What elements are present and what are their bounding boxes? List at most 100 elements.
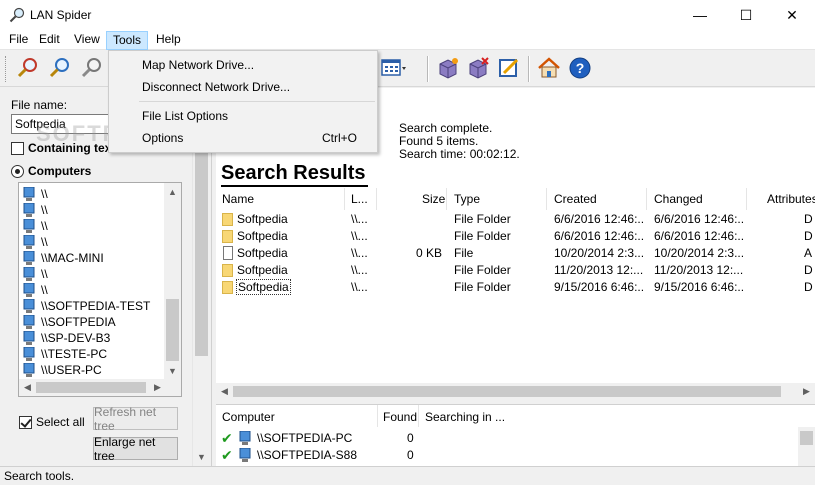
menu-view[interactable]: View — [68, 31, 106, 50]
network-tree[interactable]: \\ \\ \\ \\ \\MAC-MINI \\ \\ \\SOFTPEDIA-TEST \\… — [18, 182, 182, 397]
column-changed[interactable]: Changed — [654, 192, 703, 206]
results-list-header: Name L... Size Type Created Changed Attr… — [216, 188, 815, 210]
tree-item-label: \\TESTE-PC — [41, 347, 108, 361]
select-all-checkbox[interactable]: Select all — [19, 415, 85, 429]
scroll-left-icon[interactable]: ◀ — [19, 379, 36, 396]
menu-file[interactable]: File — [3, 31, 34, 50]
result-row[interactable]: Softpedia \\... File Folder 9/15/2016 6:46:… — [216, 279, 815, 296]
menu-edit[interactable]: Edit — [33, 31, 66, 50]
tree-item-computer[interactable]: \\SOFTPEDIA — [23, 314, 116, 330]
view-button[interactable] — [380, 54, 408, 82]
delete-item-button[interactable] — [464, 54, 492, 82]
scroll-left-icon[interactable]: ◀ — [216, 383, 233, 400]
menu-disconnect-network-drive[interactable]: Disconnect Network Drive... — [142, 80, 290, 94]
view-icon — [381, 59, 406, 76]
start-search-button[interactable] — [14, 54, 42, 82]
tree-horizontal-thumb[interactable] — [36, 382, 146, 393]
tree-item-computer[interactable]: \\USER-PC — [23, 362, 102, 378]
toolbar-grip[interactable] — [5, 56, 8, 82]
result-attributes: D — [804, 263, 813, 277]
computers-label: Computers — [28, 164, 92, 178]
result-attributes: D — [804, 212, 813, 226]
column-created[interactable]: Created — [554, 192, 597, 206]
scroll-right-icon[interactable]: ▶ — [798, 383, 815, 400]
scroll-down-icon[interactable]: ▼ — [164, 362, 181, 379]
menu-options[interactable]: Options — [142, 131, 183, 145]
tree-item-computer[interactable]: \\ — [23, 282, 48, 298]
stop-search-button[interactable] — [78, 54, 106, 82]
menu-options-shortcut: Ctrl+O — [322, 131, 358, 145]
column-type[interactable]: Type — [454, 192, 480, 206]
scroll-down-icon[interactable]: ▼ — [193, 448, 210, 465]
results-horizontal-thumb[interactable] — [233, 386, 781, 397]
column-name[interactable]: Name — [222, 192, 254, 206]
tree-item-label: \\SOFTPEDIA-TEST — [41, 299, 151, 313]
edit-button[interactable] — [495, 54, 523, 82]
progress-vertical-scrollbar[interactable] — [798, 427, 815, 467]
column-searching-in[interactable]: Searching in ... — [425, 410, 505, 424]
search-button[interactable] — [46, 54, 74, 82]
menu-map-network-drive[interactable]: Map Network Drive... — [142, 58, 254, 72]
computer-icon — [23, 299, 35, 313]
status-time: Search time: 00:02:12. — [399, 147, 520, 161]
enlarge-net-tree-button[interactable]: Enlarge net tree — [93, 435, 178, 463]
tree-item-computer[interactable]: \\TESTE-PC — [23, 346, 107, 362]
tree-item-computer[interactable]: \\MAC-MINI — [23, 250, 104, 266]
column-size[interactable]: Size — [422, 192, 445, 206]
close-button[interactable]: ✕ — [769, 0, 815, 30]
help-button[interactable]: ? — [566, 54, 594, 82]
result-created: 10/20/2014 2:3... — [554, 246, 644, 260]
result-row[interactable]: Softpedia \\... File Folder 6/6/2016 12:46:… — [216, 228, 815, 245]
tree-item-computer[interactable]: \\ — [23, 186, 48, 202]
minimize-button[interactable]: — — [677, 0, 723, 30]
tree-item-computer[interactable]: \\ — [23, 266, 48, 282]
maximize-button[interactable]: ☐ — [723, 0, 769, 30]
result-attributes: D — [804, 229, 813, 243]
tools-menu-dropdown: Map Network Drive... Disconnect Network … — [108, 50, 378, 153]
refresh-net-tree-button[interactable]: Refresh net tree — [93, 405, 178, 433]
menu-tools[interactable]: Tools — [106, 31, 149, 50]
select-all-check[interactable] — [19, 415, 32, 429]
result-type: File — [454, 246, 474, 260]
result-type: File Folder — [454, 229, 511, 243]
column-computer[interactable]: Computer — [222, 410, 275, 424]
computer-icon — [23, 203, 35, 217]
menu-file-list-options[interactable]: File List Options — [142, 109, 228, 123]
result-created: 9/15/2016 6:46:... — [554, 280, 644, 294]
result-row[interactable]: Softpedia \\... File Folder 6/6/2016 12:46:… — [216, 211, 815, 228]
tree-item-computer[interactable]: \\ — [23, 202, 48, 218]
title-bar: LAN Spider — ☐ ✕ — [0, 0, 815, 30]
scroll-right-icon[interactable]: ▶ — [149, 379, 166, 396]
containing-text-check[interactable] — [11, 141, 24, 155]
progress-row[interactable]: ✔ \\SOFTPEDIA-PC 0 — [216, 430, 796, 447]
result-row[interactable]: Softpedia \\... 0 KB File 10/20/2014 2:3... 1… — [216, 245, 815, 262]
tree-item-computer[interactable]: \\ — [23, 218, 48, 234]
result-row[interactable]: Softpedia \\... File Folder 11/20/2013 12:.… — [216, 262, 815, 279]
search-start-icon — [17, 58, 37, 78]
tree-item-label: \\SOFTPEDIA — [41, 315, 116, 329]
scroll-up-icon[interactable]: ▲ — [164, 183, 181, 200]
menu-help[interactable]: Help — [150, 31, 187, 50]
tree-item-computer[interactable]: \\SOFTPEDIA-TEST — [23, 298, 150, 314]
search-stop-icon — [81, 58, 101, 78]
column-attributes[interactable]: Attributes — [767, 192, 815, 206]
search-results-title: Search Results — [221, 161, 368, 187]
progress-scroll-thumb[interactable] — [800, 431, 813, 445]
tree-item-computer[interactable]: \\SP-DEV-B3 — [23, 330, 110, 346]
tree-vertical-scrollbar[interactable]: ▲ ▼ — [164, 183, 181, 379]
result-type: File Folder — [454, 280, 511, 294]
cube-add-icon — [439, 58, 458, 79]
progress-row[interactable]: ✔ \\SOFTPEDIA-S88 0 — [216, 447, 796, 464]
add-item-button[interactable] — [434, 54, 462, 82]
tree-vertical-thumb[interactable] — [166, 299, 179, 361]
column-location[interactable]: L... — [351, 192, 368, 206]
computers-radio[interactable]: Computers — [11, 164, 91, 178]
column-found[interactable]: Found — [383, 410, 417, 424]
results-horizontal-scrollbar[interactable]: ◀ ▶ — [216, 383, 815, 400]
home-button[interactable] — [535, 54, 563, 82]
result-location: \\... — [351, 263, 368, 277]
tree-horizontal-scrollbar[interactable]: ◀ ▶ — [19, 379, 181, 396]
computers-radio-dot[interactable] — [11, 164, 24, 178]
tree-item-computer[interactable]: \\ — [23, 234, 48, 250]
computer-icon — [23, 315, 35, 329]
